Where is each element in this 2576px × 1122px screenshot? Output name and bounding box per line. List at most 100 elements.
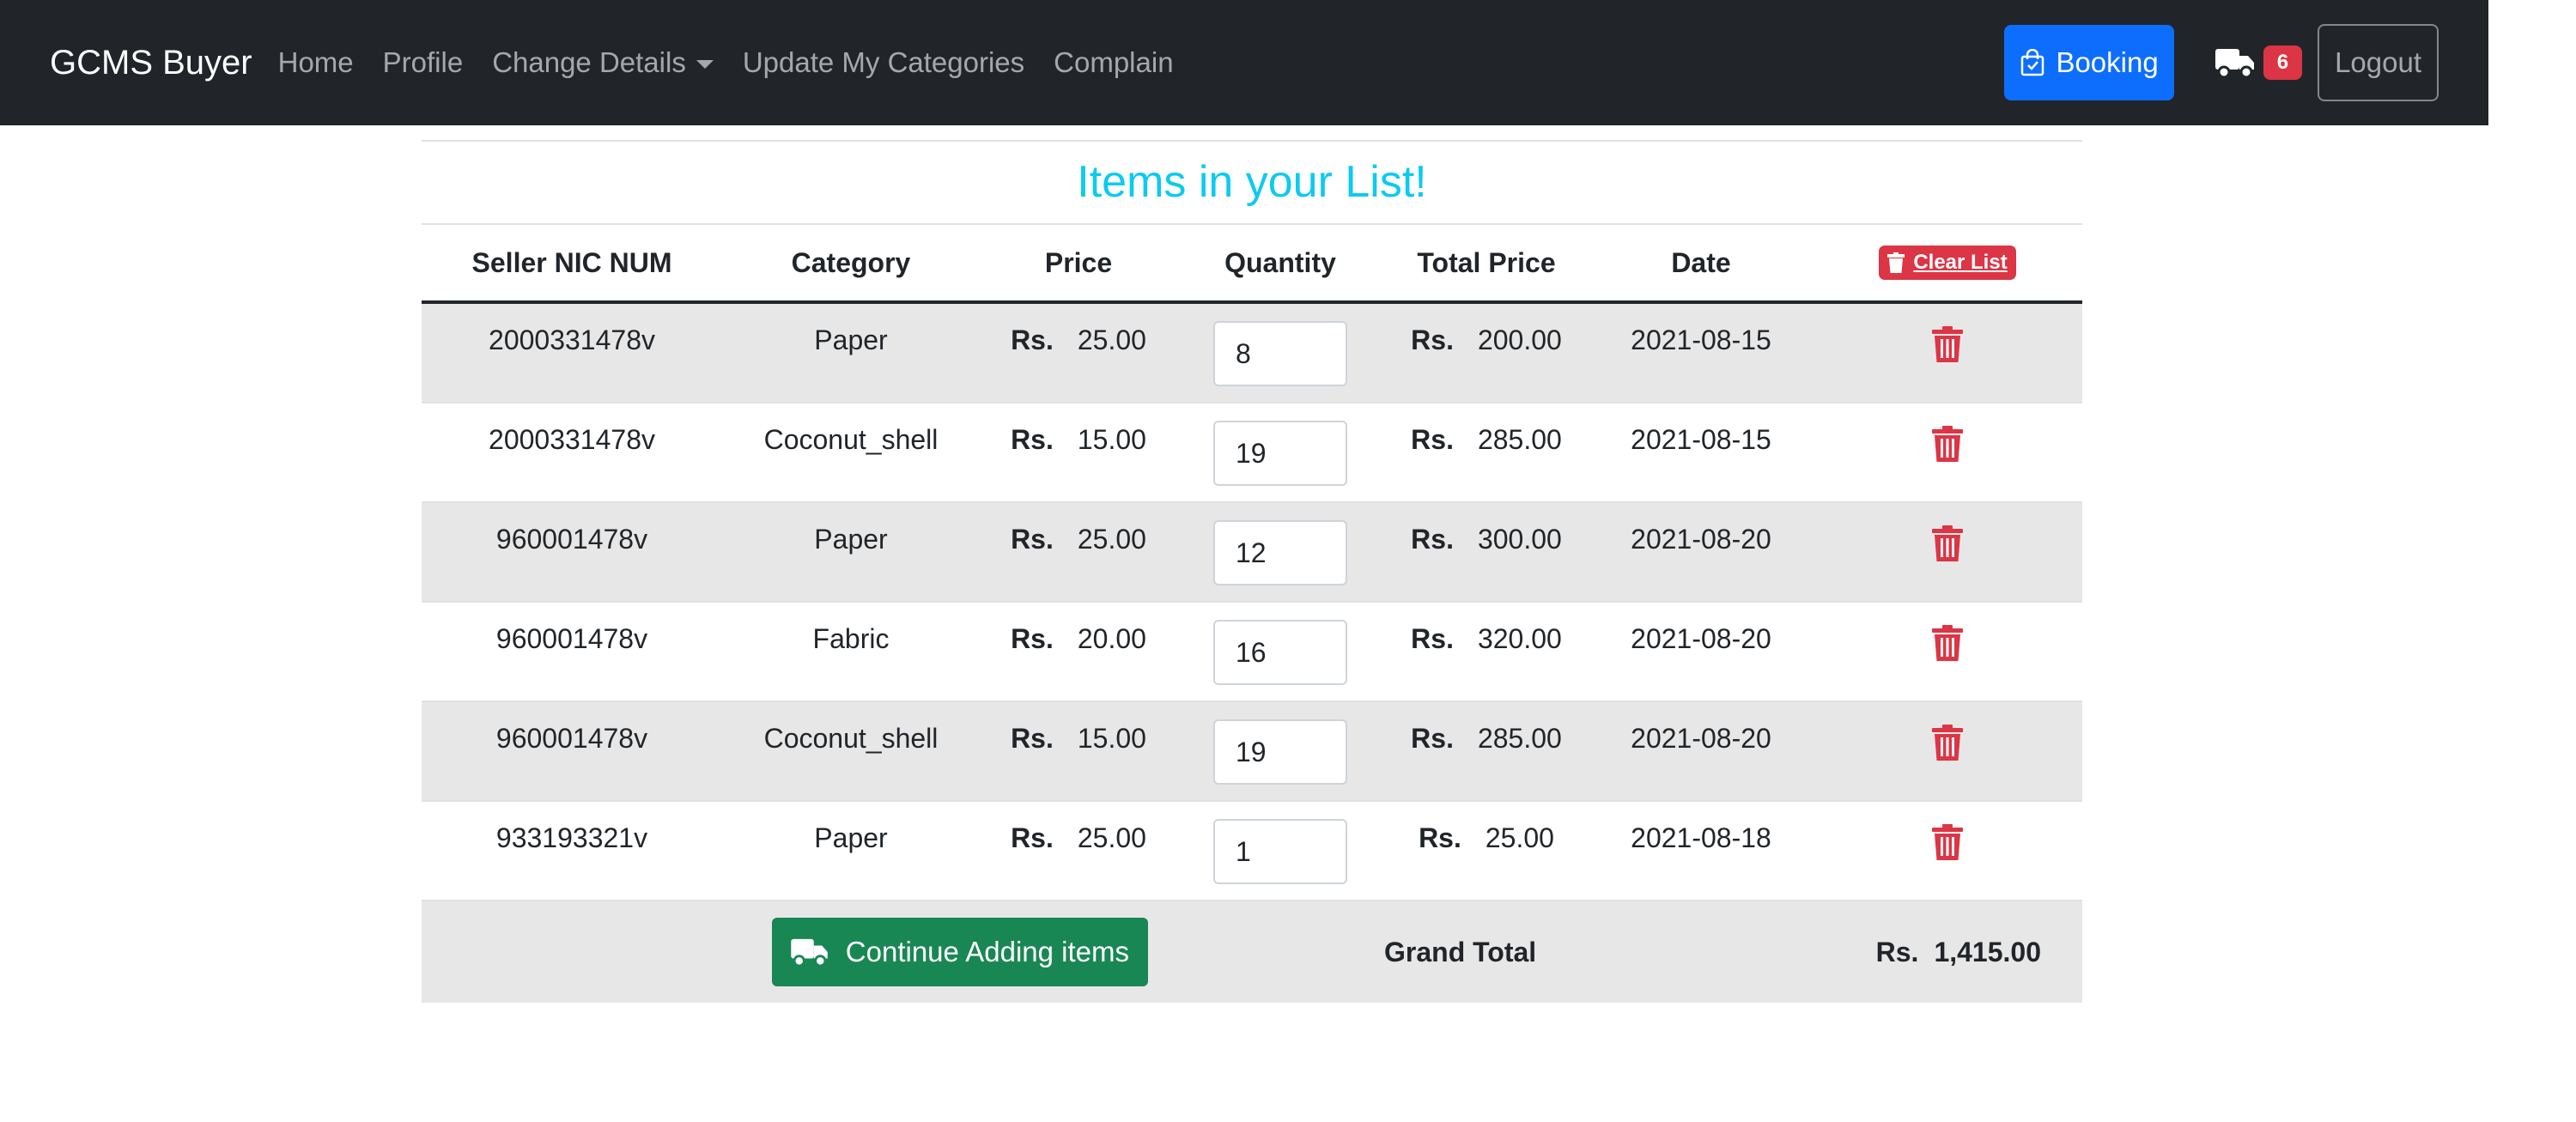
seller-nic-cell: 960001478v <box>422 701 722 801</box>
category-cell: Coconut_shell <box>722 701 980 801</box>
price: 20.00 <box>1077 623 1146 654</box>
total-price-cell: Rs. 300.00 <box>1383 502 1589 602</box>
category: Paper <box>814 822 888 853</box>
delete-item-button[interactable] <box>1813 802 2082 867</box>
total-price: 300.00 <box>1477 524 1562 555</box>
nav-profile[interactable]: Profile <box>383 46 464 79</box>
clear-list-button[interactable]: Clear List <box>1879 246 2016 280</box>
price: 25.00 <box>1077 324 1146 355</box>
date-cell: 2021-08-20 <box>1589 701 1813 801</box>
delete-cell <box>1813 602 2082 701</box>
date: 2021-08-20 <box>1631 524 1771 555</box>
trash-icon <box>1887 252 1905 273</box>
chevron-down-icon <box>696 60 714 69</box>
category-cell: Coconut_shell <box>722 403 980 502</box>
delete-cell <box>1813 701 2082 801</box>
category: Coconut_shell <box>763 424 939 455</box>
nav-complain[interactable]: Complain <box>1054 46 1173 79</box>
category-cell: Paper <box>722 302 980 403</box>
seller-nic-cell: 2000331478v <box>422 403 722 502</box>
quantity-input[interactable] <box>1213 321 1347 386</box>
delete-item-button[interactable] <box>1813 304 2082 369</box>
delete-item-button[interactable] <box>1813 503 2082 568</box>
table-row: 2000331478v Coconut_shell Rs. 15.00 Rs. 285.0… <box>422 403 2082 502</box>
total-price-cell: Rs. 285.00 <box>1383 403 1589 502</box>
nav-right: Booking 6 Logout <box>2004 24 2439 101</box>
seller-nic: 960001478v <box>495 623 648 654</box>
quantity-cell <box>1177 602 1383 701</box>
delete-item-button[interactable] <box>1813 403 2082 469</box>
date: 2021-08-20 <box>1631 723 1771 754</box>
price-cell: Rs. 15.00 <box>980 403 1177 502</box>
header-quantity: Quantity <box>1177 223 1383 304</box>
list-title: Items in your List! <box>1077 157 1427 207</box>
truck-icon <box>2215 49 2254 78</box>
quantity-cell <box>1177 502 1383 602</box>
currency-label: Rs. <box>1411 723 1454 754</box>
delete-cell <box>1813 302 2082 403</box>
top-navbar: GCMS Buyer Home Profile Change Details U… <box>0 0 2488 125</box>
total-price: 320.00 <box>1477 623 1562 654</box>
delete-item-button[interactable] <box>1813 702 2082 767</box>
seller-nic: 2000331478v <box>489 324 655 355</box>
trash-icon <box>1932 326 1963 368</box>
category-cell: Paper <box>722 502 980 602</box>
header-category: Category <box>722 223 980 304</box>
nav-change-details-dropdown[interactable]: Change Details <box>492 46 714 79</box>
table-row: 960001478v Fabric Rs. 20.00 Rs. 320.00 2021-08… <box>422 602 2082 701</box>
header-date: Date <box>1589 223 1813 304</box>
price: 15.00 <box>1077 424 1146 455</box>
quantity-input[interactable] <box>1213 520 1347 585</box>
price: 15.00 <box>1077 723 1146 754</box>
booking-label: Booking <box>2056 46 2159 78</box>
continue-cell: Continue Adding items <box>422 901 1177 1003</box>
date: 2021-08-20 <box>1631 623 1771 654</box>
trash-icon <box>1932 426 1963 468</box>
delete-item-button[interactable] <box>1813 603 2082 668</box>
price: 25.00 <box>1077 822 1146 853</box>
trash-icon <box>1932 625 1963 667</box>
total-price-cell: Rs. 200.00 <box>1383 302 1589 403</box>
currency-label: Rs. <box>1411 324 1454 355</box>
table-row: 960001478v Coconut_shell Rs. 15.00 Rs. 285.00… <box>422 701 2082 801</box>
logout-button[interactable]: Logout <box>2318 24 2439 101</box>
table-header-row: Seller NIC NUM Category Price Quantity T… <box>422 223 2082 304</box>
quantity-input[interactable] <box>1213 620 1347 685</box>
price-cell: Rs. 25.00 <box>980 801 1177 901</box>
clear-list-label: Clear List <box>1913 251 2008 274</box>
date: 2021-08-15 <box>1631 324 1771 355</box>
quantity-input[interactable] <box>1213 719 1347 785</box>
nav-update-categories[interactable]: Update My Categories <box>743 46 1024 79</box>
cart-button[interactable]: 6 <box>2215 45 2303 80</box>
trash-icon <box>1932 725 1963 767</box>
seller-nic-cell: 960001478v <box>422 602 722 701</box>
quantity-input[interactable] <box>1213 421 1347 486</box>
brand-logo[interactable]: GCMS Buyer <box>50 44 252 82</box>
spacer-cell <box>1589 901 1813 1003</box>
category: Fabric <box>812 623 890 654</box>
date-cell: 2021-08-15 <box>1589 302 1813 403</box>
currency-label: Rs. <box>1411 623 1454 654</box>
date-cell: 2021-08-20 <box>1589 502 1813 602</box>
currency-label: Rs. <box>1411 524 1454 555</box>
delete-cell <box>1813 502 2082 602</box>
currency-label: Rs. <box>1011 623 1054 654</box>
date-cell: 2021-08-15 <box>1589 403 1813 502</box>
spacer-cell <box>1177 901 1383 1003</box>
cart-count-badge: 6 <box>2263 45 2303 80</box>
currency-label: Rs. <box>1011 524 1054 555</box>
booking-button[interactable]: Booking <box>2004 25 2174 100</box>
currency-label: Rs. <box>1011 424 1054 455</box>
date: 2021-08-15 <box>1631 424 1771 455</box>
table-row: 960001478v Paper Rs. 25.00 Rs. 300.00 2021-08-… <box>422 502 2082 602</box>
nav-home[interactable]: Home <box>278 46 354 79</box>
price-cell: Rs. 25.00 <box>980 502 1177 602</box>
quantity-cell <box>1177 801 1383 901</box>
quantity-input[interactable] <box>1213 819 1347 884</box>
quantity-cell <box>1177 302 1383 403</box>
seller-nic-cell: 2000331478v <box>422 302 722 403</box>
continue-adding-button[interactable]: Continue Adding items <box>771 918 1148 986</box>
currency-label: Rs. <box>1875 936 1919 967</box>
price-cell: Rs. 20.00 <box>980 602 1177 701</box>
shopping-bag-icon <box>2021 49 2044 76</box>
